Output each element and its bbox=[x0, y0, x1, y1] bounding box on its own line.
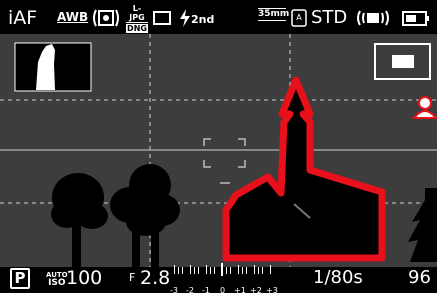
aperture-prefix: F bbox=[129, 271, 136, 284]
lens-detect-icon: A bbox=[291, 5, 307, 31]
iso-auto-bottom: ISO bbox=[48, 278, 66, 288]
single-shot-icon[interactable] bbox=[152, 5, 172, 31]
white-balance-label[interactable]: AWB bbox=[57, 4, 88, 30]
dng-format-label: DNG bbox=[126, 24, 148, 33]
spot-metering-icon[interactable] bbox=[91, 5, 121, 31]
exposure-mode-label: P bbox=[10, 268, 30, 289]
focus-mode-label[interactable]: iAF bbox=[8, 5, 37, 31]
exposure-mode-indicator[interactable]: P bbox=[10, 266, 30, 290]
flash-setting[interactable]: 2nd bbox=[179, 5, 214, 31]
histogram-icon[interactable] bbox=[14, 42, 92, 92]
ev-tick-label: +2 bbox=[250, 286, 262, 293]
exposure-scale-ticks bbox=[174, 263, 271, 276]
battery-icon bbox=[402, 5, 430, 31]
ev-tick-label: -2 bbox=[186, 286, 194, 293]
ev-tick-label: -3 bbox=[170, 286, 178, 293]
ev-tick-label: +1 bbox=[234, 286, 246, 293]
shutter-speed[interactable]: 1/80s bbox=[313, 266, 363, 290]
camera-live-view: iAF AWB L-JPG DNG 2nd 35mm A STD P AUTO … bbox=[0, 0, 437, 293]
exposure-scale[interactable]: -3 -2 -1 0 +1 +2 +3 bbox=[170, 263, 282, 293]
jpg-format-label: L-JPG bbox=[126, 4, 148, 23]
iso-auto-indicator: AUTO ISO bbox=[46, 271, 68, 288]
shots-remaining: 96 bbox=[408, 267, 431, 288]
film-style-label[interactable]: STD bbox=[311, 5, 347, 31]
flash-sync-label: 2nd bbox=[191, 13, 215, 26]
stabilization-icon[interactable] bbox=[356, 5, 390, 31]
ev-tick-label: -1 bbox=[202, 286, 210, 293]
live-view-image bbox=[0, 0, 437, 293]
ev-tick-label: +3 bbox=[266, 286, 278, 293]
lens-focal-value: 35mm bbox=[258, 8, 290, 21]
lens-focal-label: 35mm bbox=[258, 8, 290, 21]
file-format-indicator[interactable]: L-JPG DNG bbox=[126, 4, 148, 33]
ev-tick-label: 0 bbox=[220, 286, 226, 293]
aperture-value[interactable]: 2.8 bbox=[140, 266, 170, 290]
iso-value[interactable]: 100 bbox=[66, 266, 102, 290]
flash-icon bbox=[180, 9, 190, 27]
svg-text:A: A bbox=[296, 13, 302, 22]
